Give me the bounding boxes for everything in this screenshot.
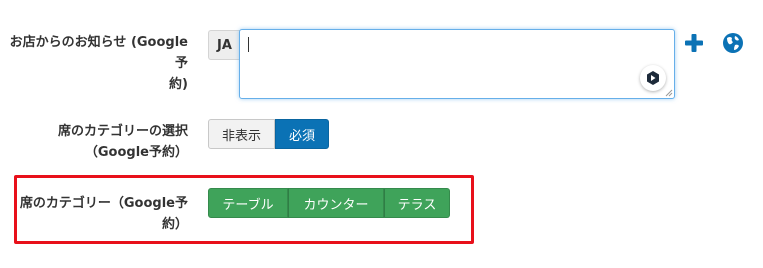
category-terrace-button[interactable]: テラス <box>384 188 450 218</box>
resize-handle-icon[interactable] <box>665 89 673 97</box>
category-label: 席のカテゴリー（Google予 約） <box>0 193 188 235</box>
notice-textarea[interactable] <box>239 29 675 99</box>
assistant-icon[interactable] <box>640 65 666 91</box>
required-option-button[interactable]: 必須 <box>275 119 329 149</box>
notice-label: お店からのお知らせ (Google予 約) <box>0 32 188 95</box>
category-counter-button[interactable]: カウンター <box>288 188 384 218</box>
category-select-label: 席のカテゴリーの選択 （Google予約） <box>0 121 188 163</box>
category-options: テーブル カウンター テラス <box>208 188 450 218</box>
plus-icon[interactable] <box>684 33 704 53</box>
category-select-label-line1: 席のカテゴリーの選択 <box>57 124 188 139</box>
category-table-button[interactable]: テーブル <box>208 188 288 218</box>
globe-icon[interactable] <box>722 32 744 54</box>
category-label-line2: 約） <box>161 217 188 232</box>
text-caret <box>248 37 249 52</box>
category-select-toggle: 非表示 必須 <box>208 119 329 149</box>
notice-label-line2: 約) <box>169 77 188 92</box>
notice-label-line1: お店からのお知らせ (Google予 <box>9 35 188 71</box>
category-select-label-line2: （Google予約） <box>84 145 188 160</box>
language-badge: JA <box>208 30 240 60</box>
category-label-line1: 席のカテゴリー（Google予 <box>19 196 188 211</box>
hide-option-button[interactable]: 非表示 <box>208 119 275 149</box>
